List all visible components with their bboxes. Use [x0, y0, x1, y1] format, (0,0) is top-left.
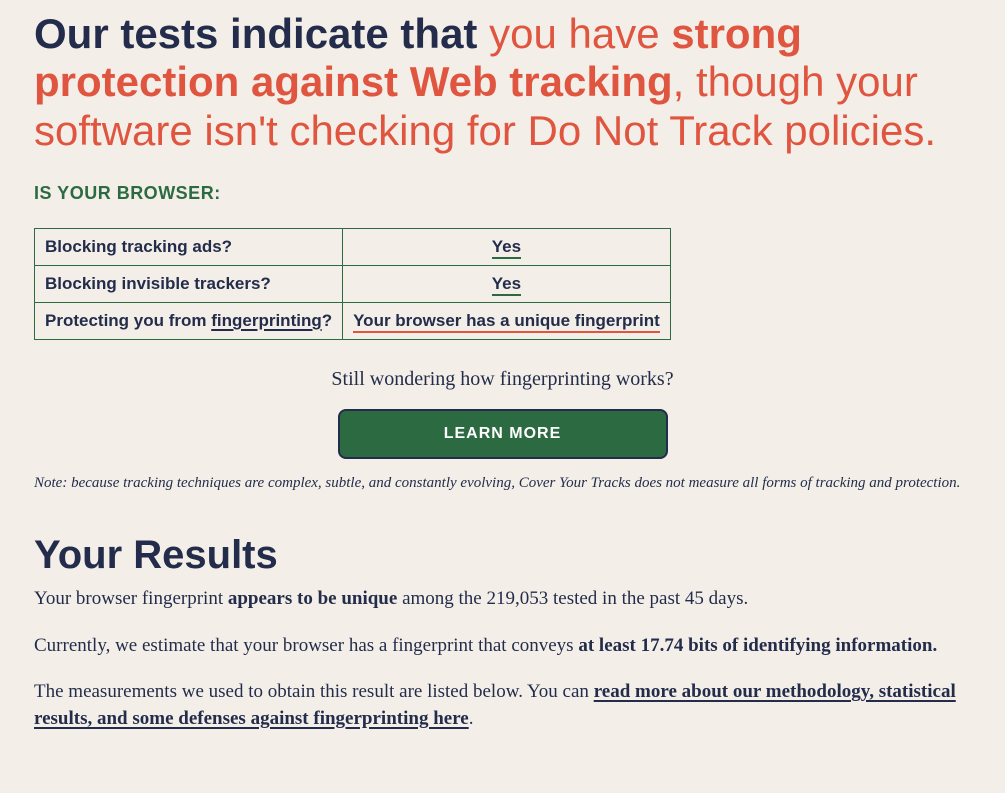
headline-red1: you have: [489, 10, 671, 57]
headline-prefix: Our tests indicate that: [34, 10, 489, 57]
headline: Our tests indicate that you have strong …: [34, 0, 971, 155]
answer-fingerprinting[interactable]: Your browser has a unique fingerprint: [343, 302, 671, 339]
table-row: Protecting you from fingerprinting? Your…: [35, 302, 671, 339]
wondering-text: Still wondering how fingerprinting works…: [34, 368, 971, 391]
table-row: Blocking tracking ads? Yes: [35, 228, 671, 265]
fingerprinting-link[interactable]: fingerprinting: [211, 311, 321, 330]
question-tracking-ads: Blocking tracking ads?: [35, 228, 343, 265]
answer-tracking-ads: Yes: [343, 228, 671, 265]
subhead-is-your-browser: IS YOUR BROWSER:: [34, 183, 971, 204]
results-p1: Your browser fingerprint appears to be u…: [34, 586, 971, 613]
disclaimer-note: Note: because tracking techniques are co…: [34, 473, 971, 493]
question-fingerprinting: Protecting you from fingerprinting?: [35, 302, 343, 339]
question-invisible-trackers: Blocking invisible trackers?: [35, 265, 343, 302]
answer-invisible-trackers: Yes: [343, 265, 671, 302]
table-row: Blocking invisible trackers? Yes: [35, 265, 671, 302]
results-table: Blocking tracking ads? Yes Blocking invi…: [34, 228, 671, 340]
results-p2: Currently, we estimate that your browser…: [34, 633, 971, 660]
results-p3: The measurements we used to obtain this …: [34, 679, 971, 732]
your-results-title: Your Results: [34, 533, 971, 578]
learn-more-button[interactable]: LEARN MORE: [338, 409, 668, 459]
